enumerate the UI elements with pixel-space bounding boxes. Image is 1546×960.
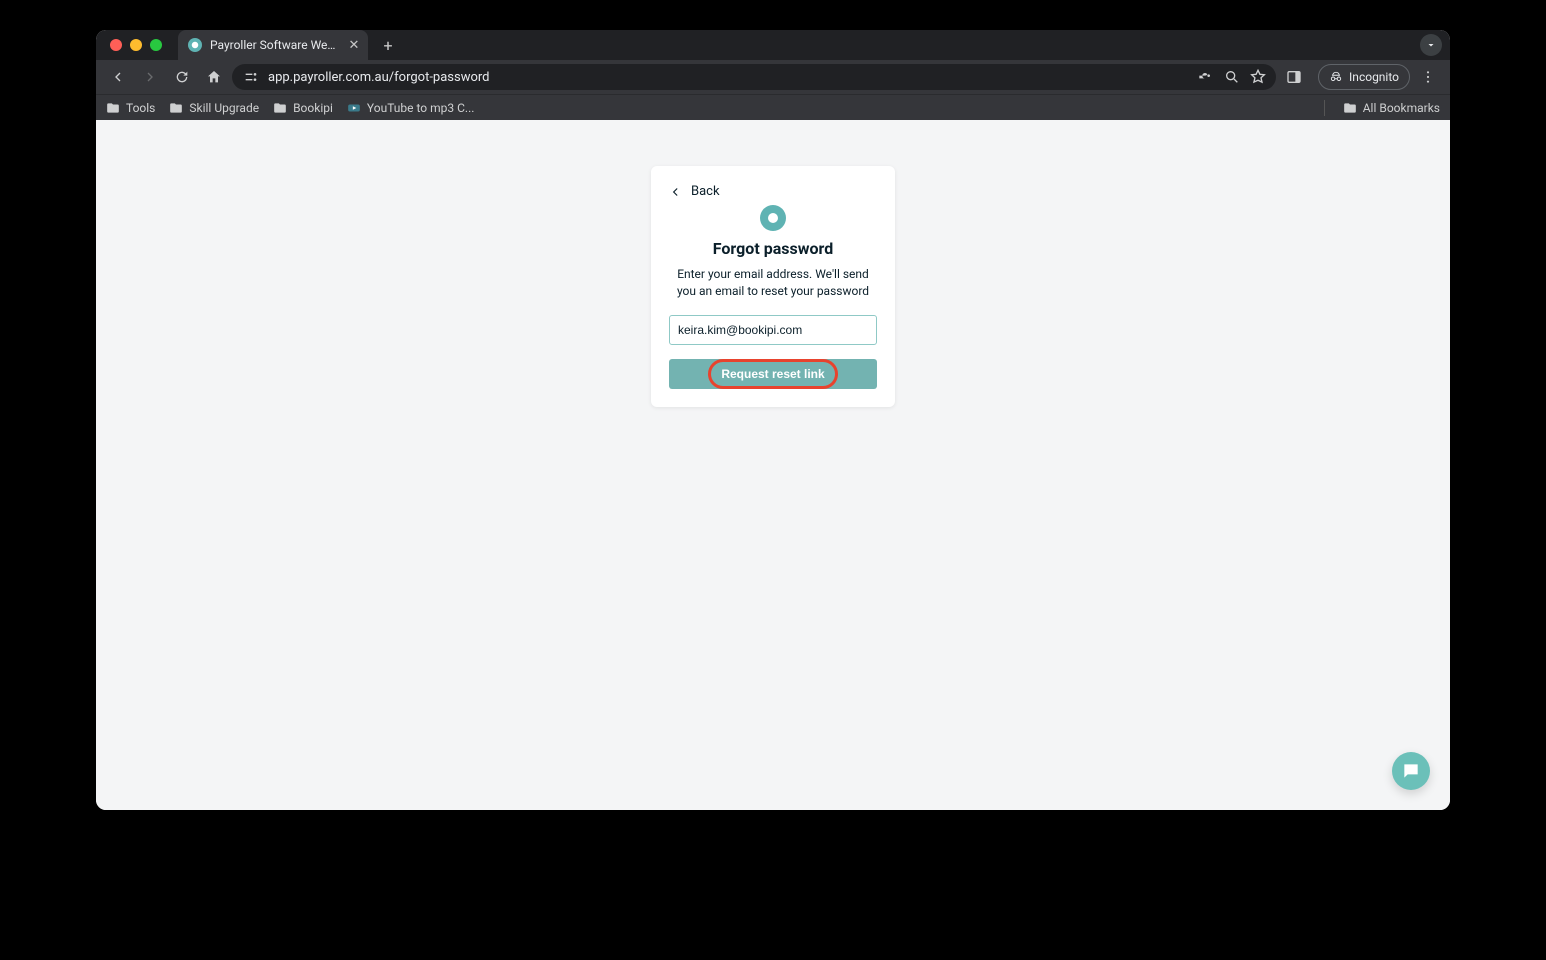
maximize-window-icon[interactable]: [150, 39, 162, 51]
site-settings-icon[interactable]: [242, 68, 260, 86]
card-heading: Forgot password: [669, 239, 877, 258]
side-panel-button[interactable]: [1280, 63, 1308, 91]
omnibox-actions: [1198, 69, 1266, 85]
all-bookmarks-label: All Bookmarks: [1363, 101, 1440, 115]
nav-back-button[interactable]: [104, 63, 132, 91]
side-panel-icon: [1286, 69, 1302, 85]
email-input[interactable]: [669, 315, 877, 345]
favicon-icon: [188, 38, 202, 52]
bookmark-folder-tools[interactable]: Tools: [106, 101, 155, 115]
incognito-label: Incognito: [1349, 70, 1399, 84]
window-traffic-lights: [110, 39, 162, 51]
youtube-icon: [347, 101, 361, 115]
folder-icon: [1343, 101, 1357, 115]
bookmark-youtube-mp3[interactable]: YouTube to mp3 C...: [347, 101, 475, 115]
browser-tab[interactable]: Payroller Software Web Appli ✕: [178, 30, 368, 60]
browser-menu-button[interactable]: [1414, 63, 1442, 91]
chat-widget-button[interactable]: [1392, 752, 1430, 790]
reload-button[interactable]: [168, 63, 196, 91]
request-reset-button[interactable]: Request reset link: [669, 359, 877, 389]
home-button[interactable]: [200, 63, 228, 91]
browser-toolbar: app.payroller.com.au/forgot-password Inc…: [96, 60, 1450, 94]
key-icon[interactable]: [1198, 69, 1214, 85]
browser-window: Payroller Software Web Appli ✕ + app.pay…: [96, 30, 1450, 810]
all-bookmarks-button[interactable]: All Bookmarks: [1343, 101, 1440, 115]
logo-wrap: [669, 205, 877, 231]
tab-close-icon[interactable]: ✕: [348, 38, 360, 52]
bookmark-label: Bookipi: [293, 101, 333, 115]
payroller-logo-icon: [760, 205, 786, 231]
tab-strip: Payroller Software Web Appli ✕ +: [96, 30, 1450, 60]
new-tab-button[interactable]: +: [376, 33, 400, 57]
search-tabs-button[interactable]: [1420, 34, 1442, 56]
bookmark-folder-skill-upgrade[interactable]: Skill Upgrade: [169, 101, 259, 115]
zoom-icon[interactable]: [1224, 69, 1240, 85]
incognito-icon: [1329, 70, 1343, 84]
kebab-icon: [1420, 69, 1436, 85]
tab-title: Payroller Software Web Appli: [210, 38, 342, 52]
folder-icon: [273, 101, 287, 115]
home-icon: [206, 69, 222, 85]
bookmark-label: Tools: [126, 101, 155, 115]
chat-icon: [1401, 761, 1421, 781]
folder-icon: [169, 101, 183, 115]
chevron-down-icon: [1425, 39, 1437, 51]
page-viewport: Back Forgot password Enter your email ad…: [96, 120, 1450, 810]
incognito-pill[interactable]: Incognito: [1318, 64, 1410, 90]
nav-forward-button[interactable]: [136, 63, 164, 91]
back-label: Back: [691, 184, 720, 199]
arrow-left-icon: [110, 69, 126, 85]
close-window-icon[interactable]: [110, 39, 122, 51]
bookmark-star-icon[interactable]: [1250, 69, 1266, 85]
bookmark-label: Skill Upgrade: [189, 101, 259, 115]
address-bar[interactable]: app.payroller.com.au/forgot-password: [232, 64, 1276, 90]
bookmarks-divider: [1324, 100, 1325, 116]
card-subtext: Enter your email address. We'll send you…: [669, 266, 877, 301]
arrow-right-icon: [142, 69, 158, 85]
request-reset-label: Request reset link: [721, 367, 824, 381]
bookmark-folder-bookipi[interactable]: Bookipi: [273, 101, 333, 115]
reload-icon: [174, 69, 190, 85]
minimize-window-icon[interactable]: [130, 39, 142, 51]
arrow-left-icon: [669, 185, 683, 199]
folder-icon: [106, 101, 120, 115]
bookmark-label: YouTube to mp3 C...: [367, 101, 475, 115]
url-text: app.payroller.com.au/forgot-password: [268, 70, 1190, 85]
forgot-password-card: Back Forgot password Enter your email ad…: [651, 166, 895, 407]
bookmarks-bar: Tools Skill Upgrade Bookipi YouTube to m…: [96, 94, 1450, 120]
back-link[interactable]: Back: [669, 184, 877, 199]
